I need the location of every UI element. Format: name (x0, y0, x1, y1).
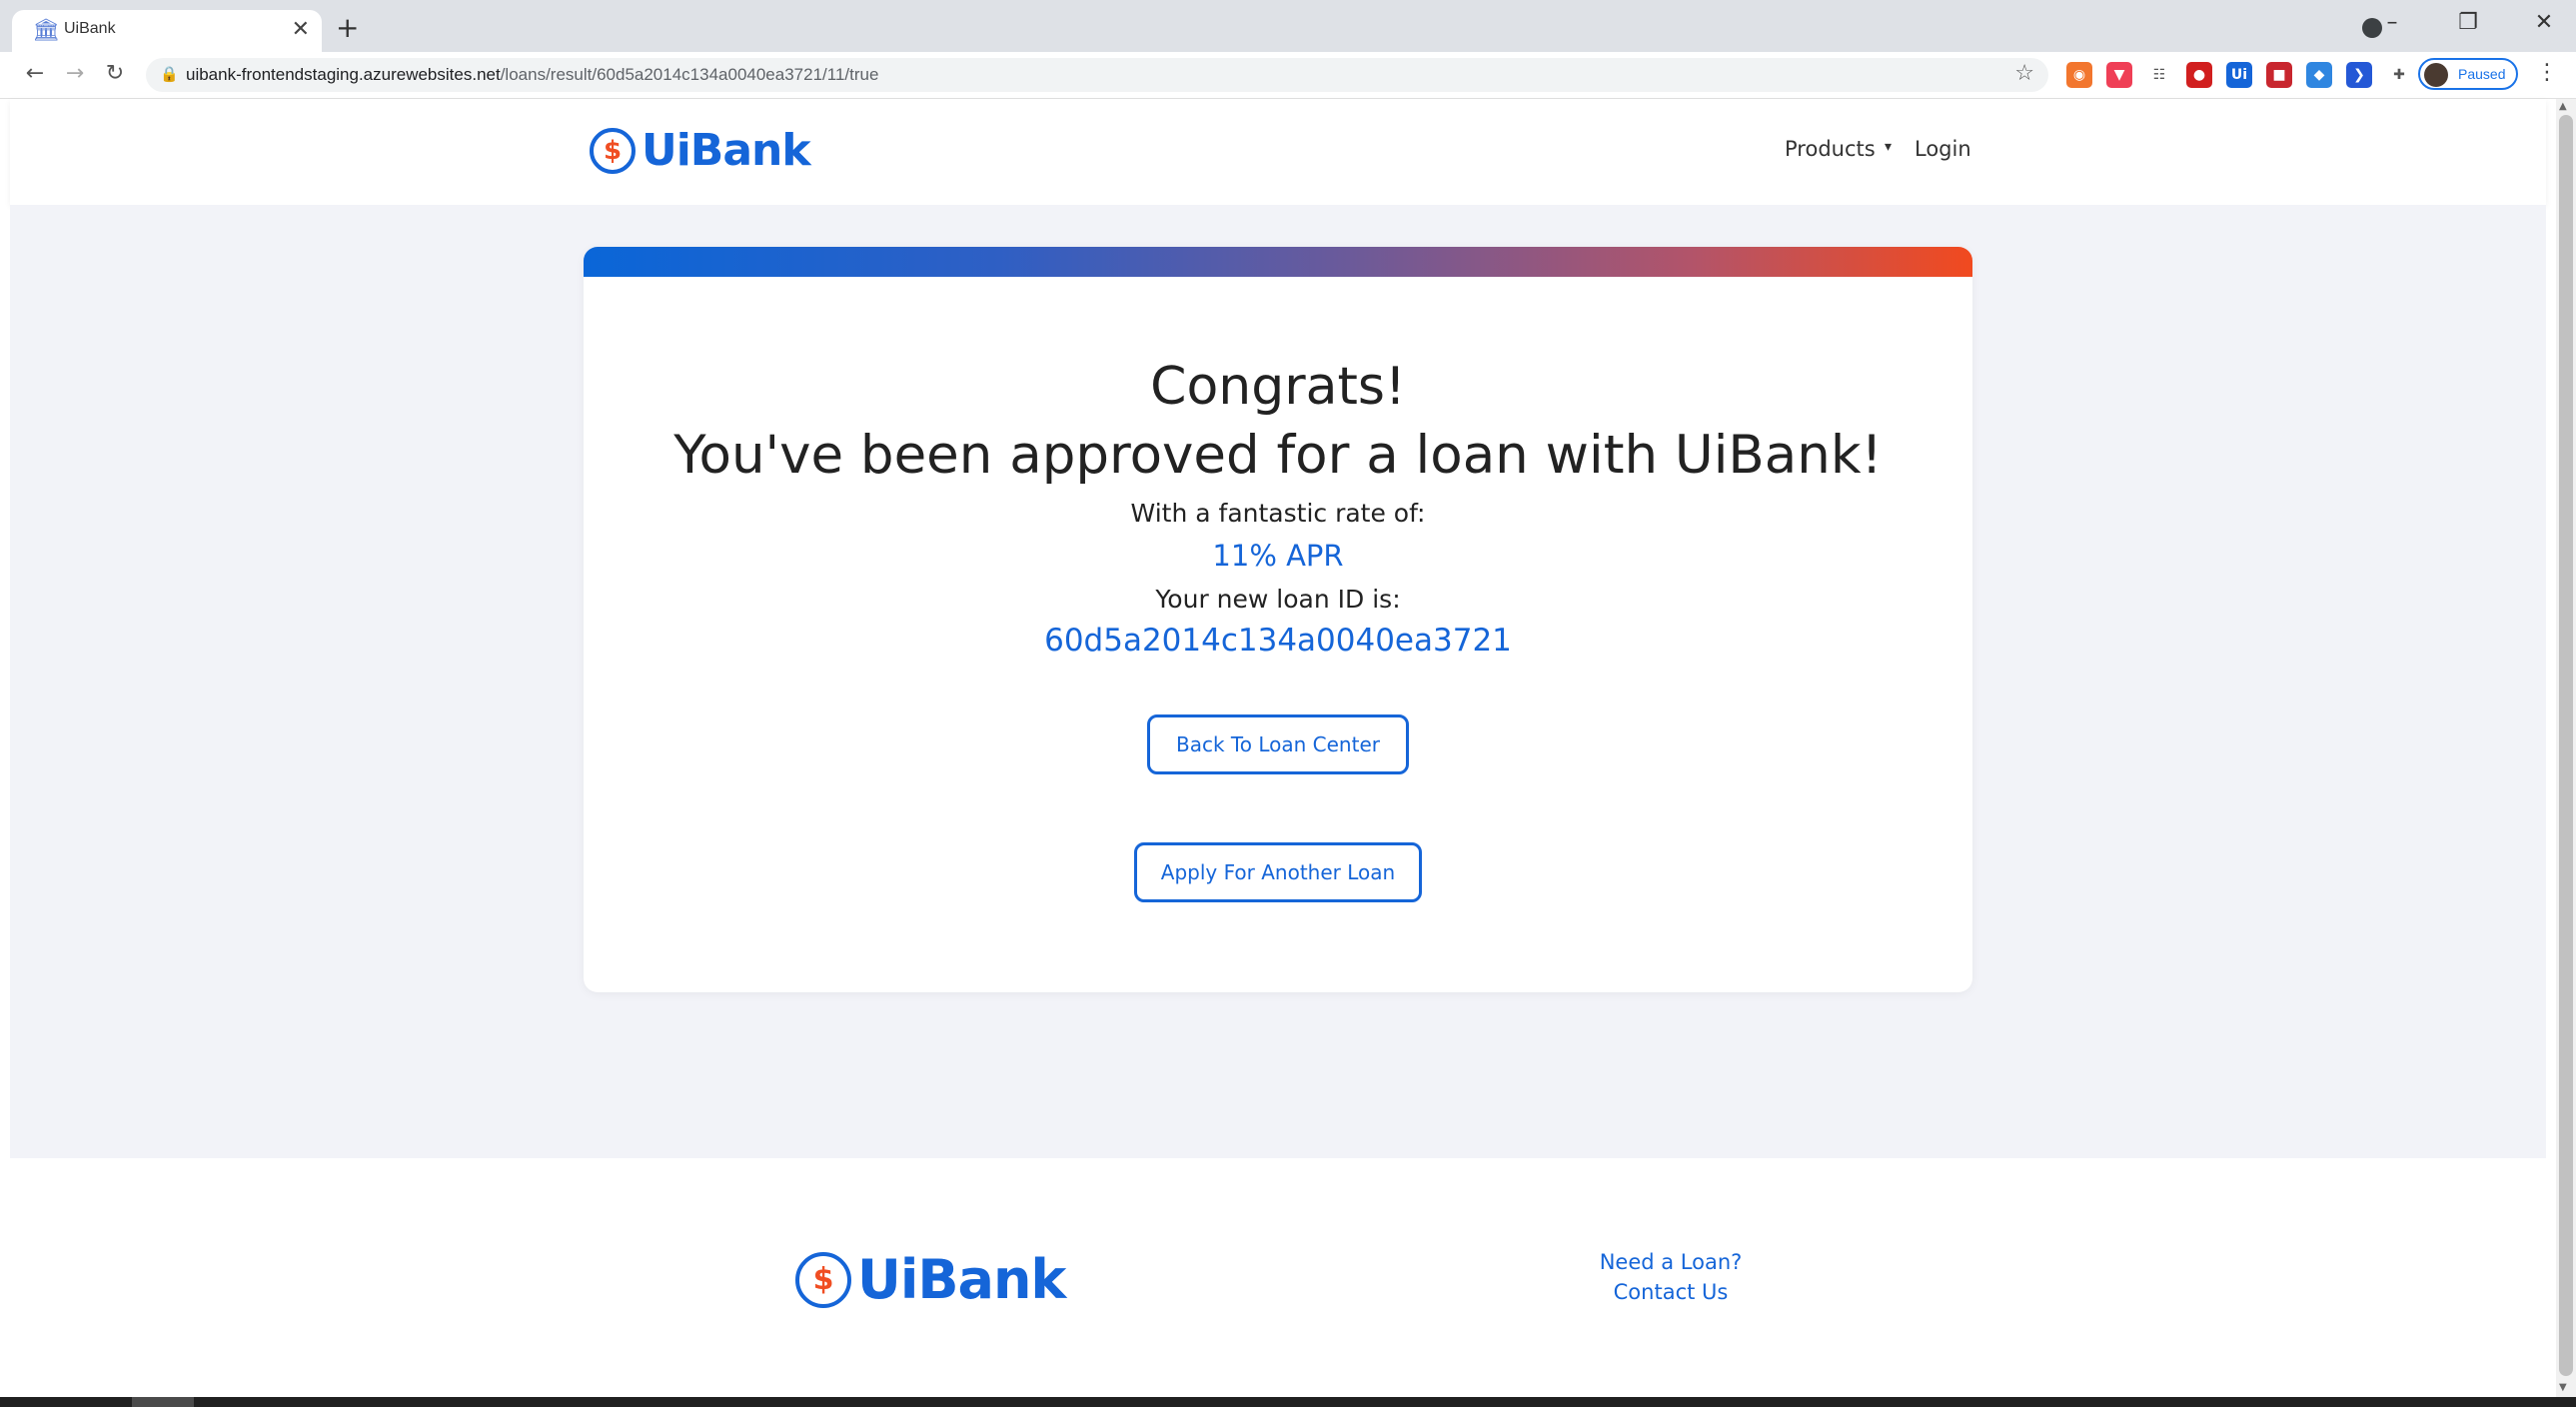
tab-title: UiBank (64, 20, 116, 37)
close-window-icon[interactable]: ✕ (2532, 10, 2556, 35)
reload-icon[interactable]: ↻ (100, 60, 130, 88)
profile-button[interactable]: Paused (2418, 58, 2518, 90)
window-controls: – ❐ ✕ (2380, 10, 2556, 35)
rate-label: With a fantastic rate of: (1130, 499, 1426, 528)
arrow-ext-icon[interactable]: ❯ (2346, 62, 2372, 88)
minimize-icon[interactable]: – (2380, 10, 2404, 35)
tab-search-icon[interactable] (2362, 18, 2382, 38)
os-taskbar (0, 1397, 2576, 1407)
back-arrow-icon[interactable]: ← (20, 60, 50, 88)
apply-another-loan-button[interactable]: Apply For Another Loan (1134, 842, 1422, 902)
drop-ext-icon[interactable]: ◆ (2306, 62, 2332, 88)
browser-menu-icon[interactable]: ⋮ (2536, 60, 2558, 85)
browser-tab-uibank[interactable]: 🏛 UiBank ✕ (12, 10, 322, 52)
loan-id-label: Your new loan ID is: (1155, 585, 1401, 614)
grid-ext-icon[interactable]: ☷ (2146, 62, 2172, 88)
card-gradient-bar (584, 247, 1972, 277)
footer-logo-text: UiBank (857, 1248, 1066, 1311)
new-tab-button[interactable]: + (336, 14, 359, 42)
scroll-down-icon[interactable]: ▼ (2559, 1382, 2567, 1393)
scrollbar-thumb[interactable] (2559, 115, 2573, 1376)
url-text[interactable]: uibank-frontendstaging.azurewebsites.net… (186, 65, 878, 85)
site-footer: $ UiBank Need a Loan? Contact Us (10, 1158, 2546, 1398)
logo-symbol: $ (603, 135, 623, 166)
site-navbar: $ UiBank Products ▾ Login (10, 99, 2546, 205)
approval-message: You've been approved for a loan with UiB… (673, 425, 1883, 486)
browser-toolbar: ← → ↻ 🔒 uibank-frontendstaging.azurewebs… (0, 52, 2576, 99)
uibank-logo[interactable]: $ UiBank (590, 125, 811, 176)
page-scrollbar[interactable]: ▲ ▼ (2556, 99, 2576, 1398)
address-bar[interactable]: 🔒 uibank-frontendstaging.azurewebsites.n… (146, 58, 2048, 92)
footer-uibank-logo[interactable]: $ UiBank (795, 1248, 1066, 1311)
loan-result-card: Congrats! You've been approved for a loa… (584, 247, 1972, 992)
page-viewport: $ UiBank Products ▾ Login Congrats! You'… (0, 99, 2576, 1407)
taskbar-active-item[interactable] (132, 1397, 194, 1407)
footer-need-loan-link[interactable]: Need a Loan? (1591, 1250, 1751, 1274)
profile-status: Paused (2458, 66, 2506, 82)
extensions-bar: ◉ ▼ ☷ ● Ui ■ ◆ ❯ ✚ (2066, 62, 2412, 88)
bank-icon: 🏛 (32, 18, 60, 43)
main-content: Congrats! You've been approved for a loa… (10, 205, 2546, 1158)
loan-id-value: 60d5a2014c134a0040ea3721 (1044, 623, 1512, 659)
browser-tab-strip: 🏛 UiBank ✕ + – ❐ ✕ (0, 0, 2576, 52)
forward-arrow-icon[interactable]: → (60, 60, 90, 88)
url-host: uibank-frontendstaging.azurewebsites.net (186, 65, 501, 84)
rate-value: 11% APR (1212, 539, 1344, 573)
ui-ext-icon[interactable]: Ui (2226, 62, 2252, 88)
scroll-up-icon[interactable]: ▲ (2559, 101, 2567, 112)
bookmark-star-icon[interactable]: ☆ (2014, 61, 2034, 86)
page-title: Congrats! (1150, 357, 1406, 417)
url-path: /loans/result/60d5a2014c134a0040ea3721/1… (500, 65, 879, 84)
shield-ext-icon[interactable]: ● (2186, 62, 2212, 88)
pocket-ext-icon[interactable]: ▼ (2106, 62, 2132, 88)
nav-products-dropdown[interactable]: Products (1785, 137, 1876, 161)
red-square-ext-icon[interactable]: ■ (2266, 62, 2292, 88)
footer-contact-link[interactable]: Contact Us (1591, 1280, 1751, 1304)
close-tab-icon[interactable]: ✕ (292, 17, 310, 43)
restore-icon[interactable]: ❐ (2456, 10, 2480, 35)
chevron-down-icon[interactable]: ▾ (1885, 139, 1892, 155)
lock-icon: 🔒 (160, 65, 179, 83)
circle-ext-icon[interactable]: ◉ (2066, 62, 2092, 88)
logo-text: UiBank (642, 125, 811, 176)
back-to-loan-center-button[interactable]: Back To Loan Center (1147, 714, 1409, 774)
left-gutter (0, 99, 10, 1407)
dollar-badge-icon: $ (590, 127, 636, 174)
dollar-badge-icon: $ (795, 1251, 851, 1308)
puzzle-ext-icon[interactable]: ✚ (2386, 62, 2412, 88)
nav-login-link[interactable]: Login (1915, 137, 1971, 161)
footer-logo-symbol: $ (812, 1262, 834, 1297)
avatar (2424, 63, 2448, 87)
